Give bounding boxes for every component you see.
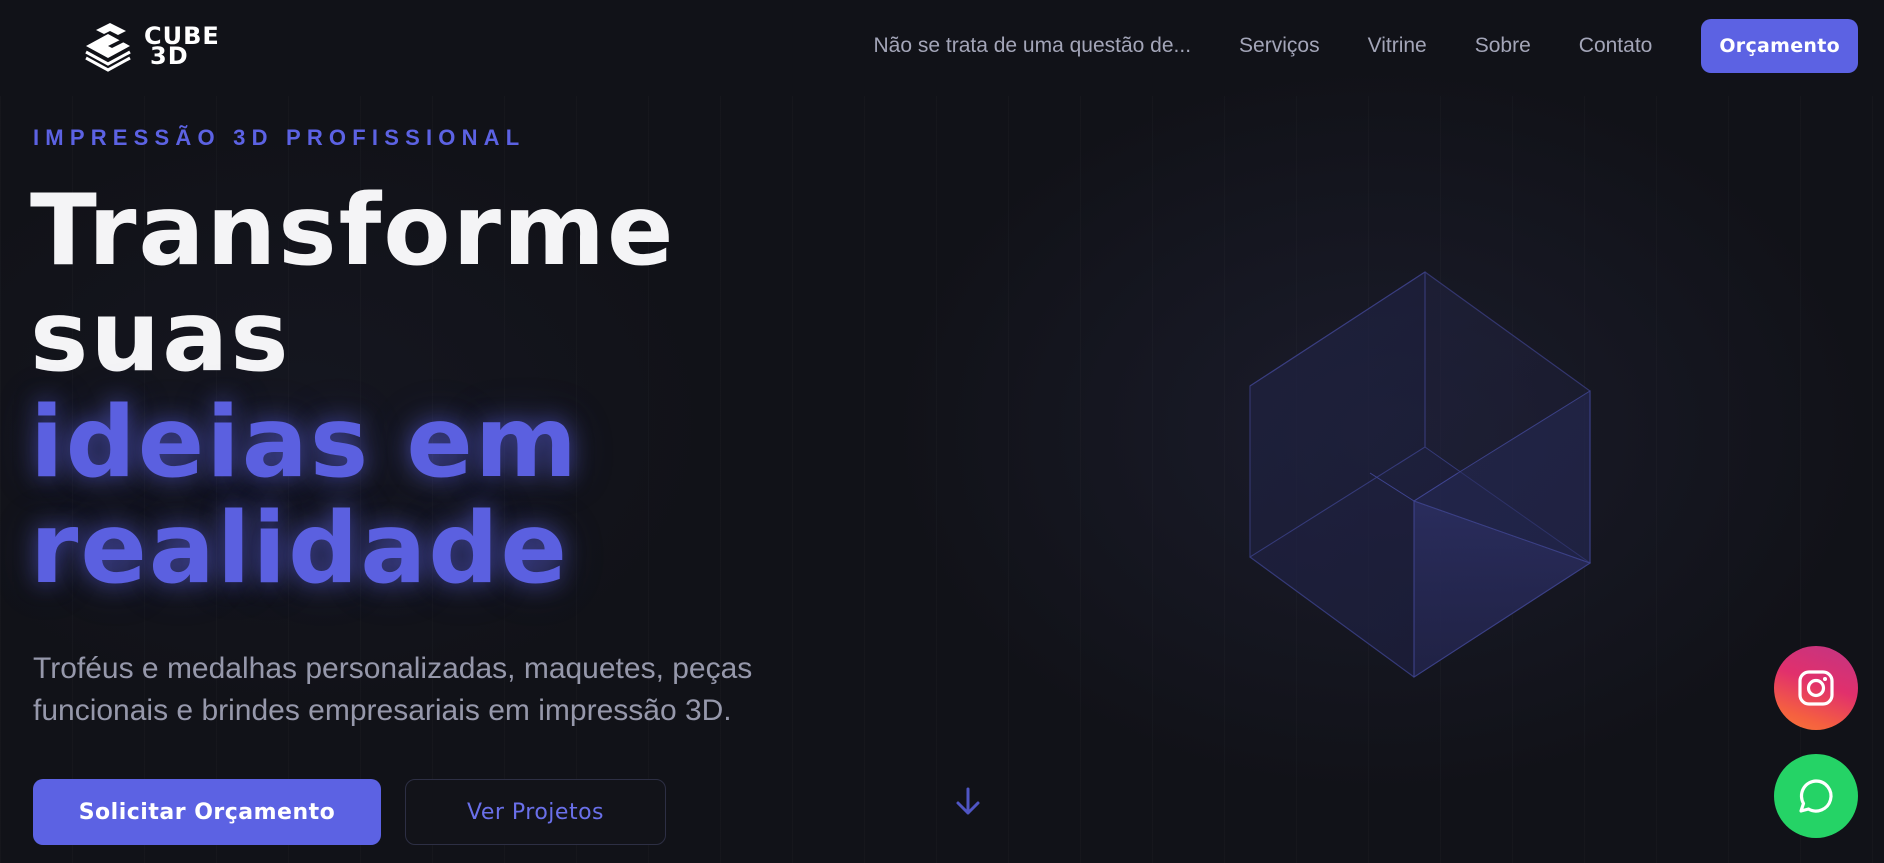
headline-accent-line-1: ideias em: [30, 386, 579, 500]
orcamento-nav-button[interactable]: Orçamento: [1701, 19, 1858, 73]
subtitle-line-2: funcionais e brindes empresariais em imp…: [33, 694, 732, 727]
nav-item-vitrine[interactable]: Vitrine: [1368, 34, 1427, 58]
wireframe-cube-icon: [1249, 271, 1592, 678]
nav-item-contato[interactable]: Contato: [1579, 34, 1653, 58]
ver-projetos-button[interactable]: Ver Projetos: [405, 779, 666, 845]
arrow-down-icon[interactable]: [950, 784, 986, 820]
solicitar-orcamento-button[interactable]: Solicitar Orçamento: [33, 779, 381, 845]
headline-line-1: Transforme: [30, 174, 676, 288]
main-nav: Não se trata de uma questão de... Serviç…: [874, 19, 1858, 73]
nav-item-questao[interactable]: Não se trata de uma questão de...: [874, 34, 1192, 58]
instagram-button[interactable]: [1774, 646, 1858, 730]
page: CUBE 3D Não se trata de uma questão de..…: [0, 0, 1884, 863]
headline-accent-line-2: realidade: [30, 492, 570, 606]
site-header: CUBE 3D Não se trata de uma questão de..…: [0, 0, 1884, 92]
nav-item-sobre[interactable]: Sobre: [1475, 34, 1531, 58]
hero-subtitle: Troféus e medalhas personalizadas, maque…: [33, 648, 833, 732]
whatsapp-icon: [1799, 779, 1833, 813]
headline-line-2: suas: [30, 280, 291, 394]
hero-eyebrow: IMPRESSÃO 3D PROFISSIONAL: [33, 125, 526, 150]
nav-item-servicos[interactable]: Serviços: [1239, 34, 1320, 58]
logo-text: CUBE 3D: [144, 24, 220, 70]
whatsapp-button[interactable]: [1774, 754, 1858, 838]
subtitle-line-1: Troféus e medalhas personalizadas, maque…: [33, 652, 753, 685]
cube-stack-logo-icon: [85, 23, 131, 72]
instagram-icon: [1798, 670, 1834, 706]
logo-line-2: 3D: [150, 42, 189, 70]
hero-headline: Transforme suas ideias em realidade: [30, 178, 676, 602]
logo-link[interactable]: CUBE 3D: [80, 20, 240, 72]
